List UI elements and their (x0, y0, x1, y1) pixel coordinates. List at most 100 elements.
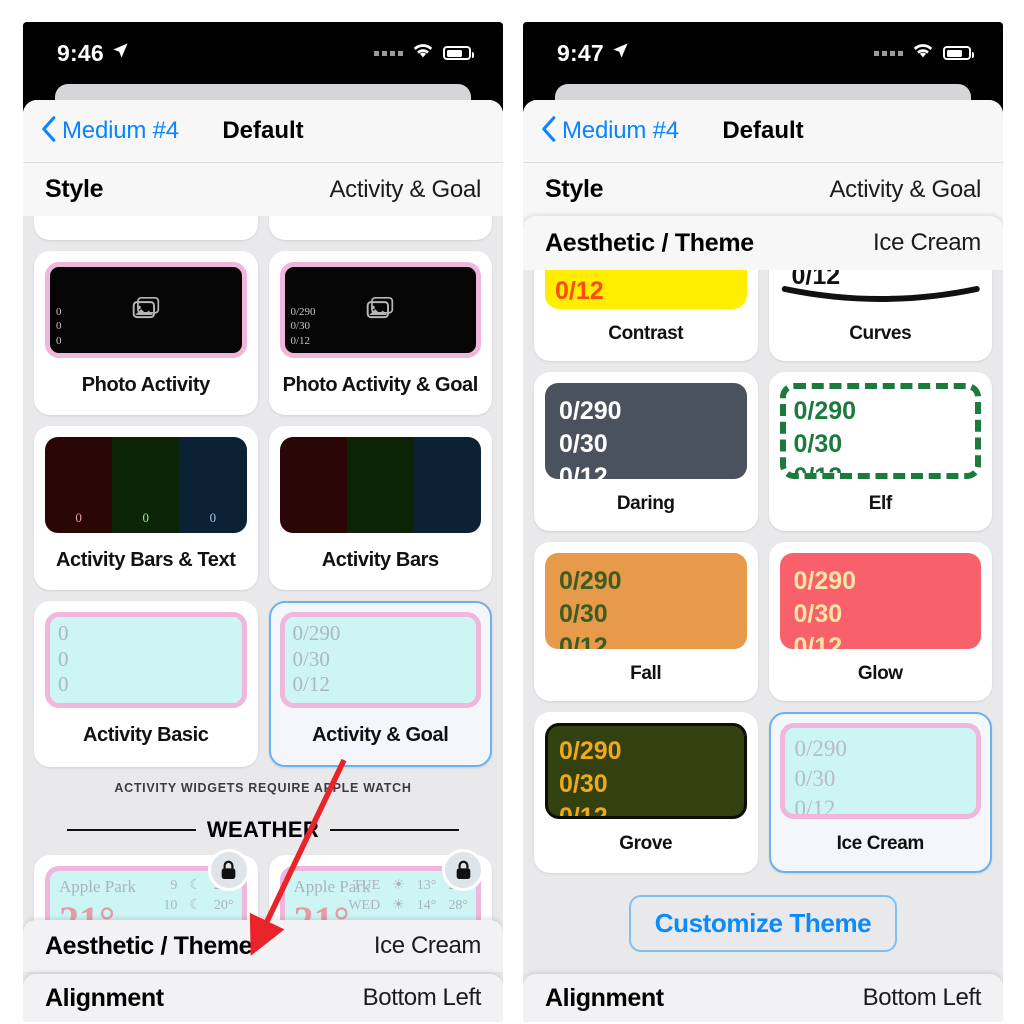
preview-stats-fall: 0/290 0/30 0/12 (559, 567, 622, 649)
theme-card-glow[interactable]: 0/290 0/30 0/12 Glow (768, 542, 992, 701)
alignment-row[interactable]: Alignment Bottom Left (23, 974, 503, 1022)
style-card-label: Activity Bars (321, 549, 439, 571)
signal-dots-icon (874, 50, 903, 56)
lock-icon[interactable] (207, 849, 250, 891)
preview-stats-ice-cream: 0/290 0/30 0/12 (794, 736, 847, 819)
preview-activity-basic: 0 0 0 (45, 612, 247, 708)
theme-card-ice-cream[interactable]: 0/290 0/30 0/12 Ice Cream (768, 712, 992, 873)
lock-icon[interactable] (442, 849, 484, 891)
status-right-group (374, 42, 474, 64)
style-card-photo-activity[interactable]: 0 0 0 Photo Activity (34, 251, 258, 415)
photo-stack-icon (131, 295, 161, 326)
style-row-right[interactable]: Style Activity & Goal (523, 162, 1003, 216)
back-label: Medium #4 (562, 117, 679, 144)
preview-contrast: 0/12 (545, 270, 747, 309)
preview-stats-daring: 0/290 0/30 0/12 (559, 397, 622, 479)
battery-icon (443, 46, 474, 60)
style-row-key: Style (545, 175, 604, 203)
preview-activity-bars (279, 437, 481, 533)
status-bar-right: 9:47 (523, 22, 1003, 84)
preview-curves: 0/12 (779, 270, 981, 309)
style-card-label: Activity Basic (82, 724, 209, 746)
bar-move (279, 437, 347, 533)
theme-card-label: Elf (868, 493, 892, 514)
theme-card-label: Ice Cream (836, 833, 925, 854)
style-row-value: Activity & Goal (829, 175, 981, 203)
back-button-left[interactable]: Medium #4 (41, 115, 179, 147)
back-button-right[interactable]: Medium #4 (541, 115, 679, 147)
style-row-left[interactable]: Style Activity & Goal (23, 162, 503, 216)
battery-icon (943, 46, 974, 60)
theme-card-label: Curves (849, 323, 912, 344)
theme-card-elf[interactable]: 0/290 0/30 0/12 Elf (768, 372, 992, 531)
style-card-activity-bars[interactable]: Activity Bars (268, 426, 492, 590)
alignment-key: Alignment (45, 983, 164, 1012)
weather-section-heading: WEATHER (23, 795, 503, 855)
moon-icon: ☾ (189, 898, 202, 914)
bar-exercise (346, 437, 414, 533)
preview-stats-activity-goal: 0/290 0/30 0/12 (292, 621, 341, 697)
theme-card-grove[interactable]: 0/290 0/30 0/12 Grove (534, 712, 758, 873)
aesthetic-theme-value: Ice Cream (373, 932, 482, 959)
theme-card-fall[interactable]: 0/290 0/30 0/12 Fall (534, 542, 758, 701)
theme-card-curves[interactable]: 0/12 Curves (768, 270, 992, 361)
style-card-partial-b[interactable] (268, 216, 492, 240)
weather-city: Apple Park (59, 877, 136, 896)
theme-card-label: Contrast (608, 323, 684, 344)
phone-right: 9:47 Medium #4 Default Style Activity & … (523, 22, 1003, 1022)
aesthetic-theme-row-right[interactable]: Aesthetic / Theme Ice Cream (523, 216, 1003, 270)
style-row-key: Style (45, 175, 104, 203)
preview-ice-cream: 0/290 0/30 0/12 (779, 723, 981, 819)
preview-stats-photo-activity-goal: 0/290 0/30 0/12 (290, 306, 316, 347)
theme-scroll-area[interactable]: 0/12 Contrast 0/12 Curves 0/290 0/30 0/1… (523, 270, 1003, 1022)
style-row-value: Activity & Goal (329, 175, 481, 203)
wifi-icon (412, 42, 434, 64)
sun-icon: ☀ (392, 878, 405, 893)
style-card-activity-bars-text[interactable]: 0 0 0 Activity Bars & Text (34, 426, 258, 590)
location-arrow-icon (612, 42, 629, 64)
theme-card-label: Fall (630, 663, 662, 684)
bar-exercise: 0 (112, 437, 180, 533)
bottom-pinned-rows-right: Alignment Bottom Left (523, 972, 1003, 1022)
status-left-group: 9:46 (57, 40, 129, 67)
theme-grid-partial: 0/12 Contrast 0/12 Curves (523, 270, 1003, 361)
preview-glow: 0/290 0/30 0/12 (779, 553, 981, 649)
preview-stats-elf: 0/290 0/30 0/12 (793, 397, 857, 479)
divider-right (330, 829, 460, 831)
preview-fall: 0/290 0/30 0/12 (545, 553, 747, 649)
theme-card-daring[interactable]: 0/290 0/30 0/12 Daring (534, 372, 758, 531)
aesthetic-theme-key: Aesthetic / Theme (545, 228, 754, 257)
wifi-icon (912, 42, 934, 64)
style-card-activity-basic[interactable]: 0 0 0 Activity Basic (34, 601, 258, 767)
status-time: 9:46 (57, 39, 104, 66)
style-card-partial-a[interactable] (34, 216, 258, 240)
style-scroll-area[interactable]: 0 0 0 Photo Activity 0/290 0/30 0/12 Pho… (23, 216, 503, 1022)
preview-daring: 0/290 0/30 0/12 (545, 383, 747, 479)
status-time: 9:47 (557, 39, 604, 66)
aesthetic-theme-row[interactable]: Aesthetic / Theme Ice Cream (23, 920, 503, 972)
theme-card-contrast[interactable]: 0/12 Contrast (534, 270, 758, 361)
divider-left (67, 829, 196, 831)
status-left-group: 9:47 (557, 40, 629, 67)
style-card-activity-goal[interactable]: 0/290 0/30 0/12 Activity & Goal (268, 601, 492, 767)
customize-theme-button[interactable]: Customize Theme (628, 895, 898, 952)
alignment-row[interactable]: Alignment Bottom Left (523, 974, 1003, 1022)
alignment-value: Bottom Left (362, 984, 482, 1011)
preview-stats-glow: 0/290 0/30 0/12 (793, 567, 857, 649)
location-arrow-icon (112, 42, 129, 64)
preview-activity-bars-text: 0 0 0 (45, 437, 247, 533)
nav-bar-left: Medium #4 Default (23, 100, 503, 162)
photo-stack-icon (365, 295, 395, 326)
aesthetic-theme-value: Ice Cream (873, 229, 981, 256)
chevron-left-icon (541, 115, 556, 147)
signal-dots-icon (374, 50, 403, 56)
preview-stats-photo-activity: 0 0 0 (56, 306, 62, 347)
theme-card-label: Glow (857, 663, 903, 684)
modal-sheet-left: Medium #4 Default Style Activity & Goal (23, 100, 503, 1022)
phone-left: 9:46 Medium #4 Default Style Activity & … (23, 22, 503, 1022)
nav-bar-right: Medium #4 Default (523, 100, 1003, 162)
preview-stats-contrast: 0/12 (555, 276, 604, 305)
style-card-label: Activity Bars & Text (56, 549, 236, 571)
style-card-photo-activity-goal[interactable]: 0/290 0/30 0/12 Photo Activity & Goal (268, 251, 492, 415)
status-bar-left: 9:46 (23, 22, 503, 84)
